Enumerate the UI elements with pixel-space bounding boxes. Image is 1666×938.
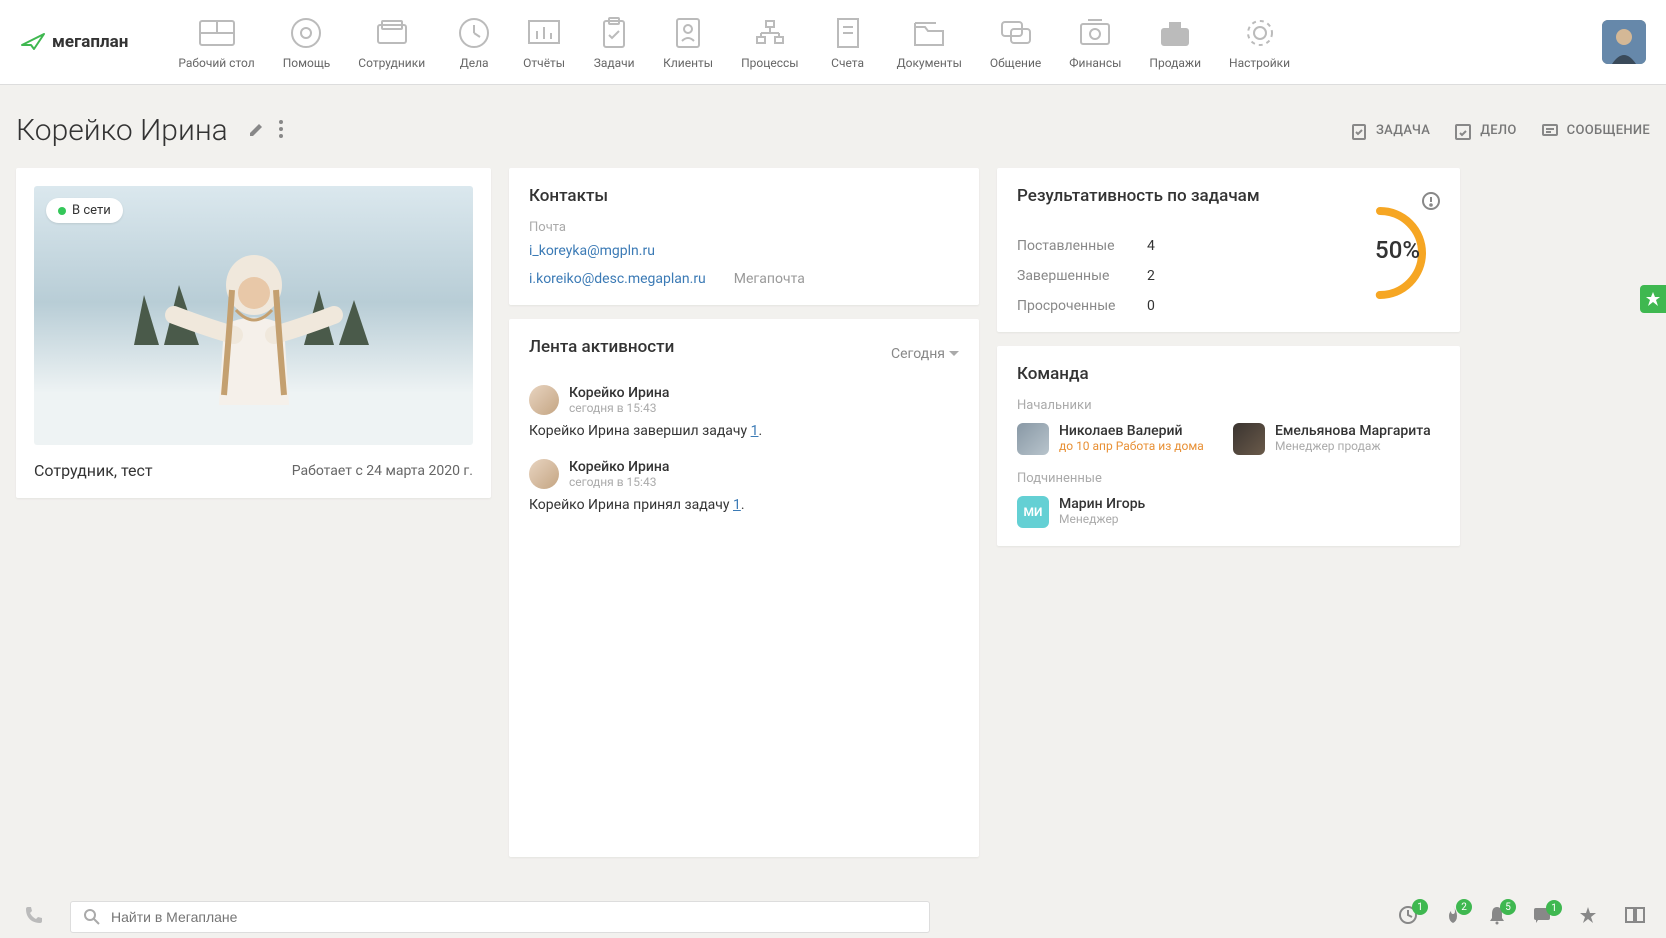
nav-tasks[interactable]: Задачи [593, 14, 635, 70]
chevron-down-icon [949, 351, 959, 357]
logo-icon [20, 31, 46, 53]
nav-chat[interactable]: Общение [990, 14, 1041, 70]
create-deal-button[interactable]: ДЕЛО [1454, 122, 1516, 140]
person-avatar [1017, 423, 1049, 455]
nav-clients[interactable]: Клиенты [663, 14, 713, 70]
activity-card: Лента активности Сегодня Корейко Иринасе… [509, 319, 979, 857]
contacts-card: Контакты Почта i_koreyka@mgpln.ru i.kore… [509, 168, 979, 305]
logo-text: мегаплан [52, 32, 128, 52]
nav-settings[interactable]: Настройки [1229, 14, 1290, 70]
profile-role: Сотрудник, тест [34, 461, 153, 480]
task-link[interactable]: 1 [733, 497, 741, 513]
subs-label: Подчиненные [1017, 471, 1440, 486]
activity-filter[interactable]: Сегодня [891, 346, 959, 362]
performance-card: Результативность по задачам Поставленные… [997, 168, 1460, 332]
page-header: Корейко Ирина ЗАДАЧА ДЕЛО СООБЩЕНИЕ [0, 85, 1666, 148]
nav-invoices[interactable]: Счета [827, 14, 869, 70]
book-icon[interactable] [1624, 906, 1646, 928]
create-message-button[interactable]: СООБЩЕНИЕ [1541, 122, 1650, 140]
team-title: Команда [1017, 364, 1440, 384]
performance-title: Результативность по задачам [1017, 186, 1260, 206]
nav-menu: Рабочий стол Помощь Сотрудники Дела Отчё… [178, 14, 1602, 70]
chat-icon[interactable]: 1 [1532, 906, 1552, 928]
create-task-button[interactable]: ЗАДАЧА [1350, 122, 1430, 140]
nav-documents[interactable]: Документы [897, 14, 962, 70]
bottom-bar: 1 2 5 1 [0, 896, 1666, 938]
person-avatar [1233, 423, 1265, 455]
task-link[interactable]: 1 [751, 423, 759, 439]
nav-reports[interactable]: Отчёты [523, 14, 565, 70]
search-icon [83, 908, 101, 926]
activity-item: Корейко Иринасегодня в 15:43 Корейко Ири… [529, 385, 959, 439]
person-avatar: МИ [1017, 496, 1049, 528]
online-badge: В сети [46, 198, 123, 223]
email-link-1[interactable]: i_koreyka@mgpln.ru [529, 243, 959, 259]
star-icon[interactable] [1578, 905, 1598, 929]
user-avatar[interactable] [1602, 20, 1646, 64]
main-content: В сети Сотрудник, тест Работает с 24 мар… [0, 148, 1666, 857]
activity-avatar [529, 385, 559, 415]
profile-card: В сети Сотрудник, тест Работает с 24 мар… [16, 168, 491, 498]
search-input[interactable] [111, 909, 917, 925]
nav-help[interactable]: Помощь [283, 14, 331, 70]
bell-icon[interactable]: 5 [1488, 905, 1506, 929]
team-person[interactable]: Николаев Валерийдо 10 апр Работа из дома [1017, 423, 1217, 455]
activity-time: сегодня в 15:43 [569, 401, 669, 415]
message-icon [1541, 122, 1559, 140]
activity-item: Корейко Иринасегодня в 15:43 Корейко Ири… [529, 459, 959, 513]
nav-employees[interactable]: Сотрудники [358, 14, 425, 70]
phone-icon[interactable] [24, 905, 44, 929]
nav-processes[interactable]: Процессы [741, 14, 799, 70]
calendar-check-icon [1454, 122, 1472, 140]
mail-label: Почта [529, 220, 959, 235]
nav-finance[interactable]: Финансы [1069, 14, 1121, 70]
activity-author: Корейко Ирина [569, 385, 669, 401]
megapochta-label: Мегапочта [734, 271, 805, 287]
star-icon [1645, 291, 1661, 307]
edit-icon[interactable] [248, 120, 266, 142]
nav-desktop[interactable]: Рабочий стол [178, 14, 254, 70]
profile-photo: В сети [34, 186, 473, 445]
clipboard-icon [1350, 122, 1368, 140]
gauge-percent: 50% [1375, 236, 1420, 264]
activity-text: Корейко Ирина завершил задачу 1. [529, 423, 959, 439]
search-box[interactable] [70, 901, 930, 933]
team-card: Команда Начальники Николаев Валерийдо 10… [997, 346, 1460, 546]
activity-time: сегодня в 15:43 [569, 475, 669, 489]
activity-title: Лента активности [529, 337, 674, 357]
fire-icon[interactable]: 2 [1444, 905, 1462, 929]
history-icon[interactable]: 1 [1398, 905, 1418, 929]
nav-deals[interactable]: Дела [453, 14, 495, 70]
team-person[interactable]: Емельянова МаргаритаМенеджер продаж [1233, 423, 1433, 455]
nav-sales[interactable]: Продажи [1149, 14, 1201, 70]
more-icon[interactable] [278, 119, 284, 143]
team-person[interactable]: МИ Марин ИгорьМенеджер [1017, 496, 1217, 528]
activity-text: Корейко Ирина принял задачу 1. [529, 497, 959, 513]
page-title: Корейко Ирина [16, 113, 228, 148]
top-navigation: мегаплан Рабочий стол Помощь Сотрудники … [0, 0, 1666, 85]
bosses-label: Начальники [1017, 398, 1440, 413]
logo[interactable]: мегаплан [20, 31, 128, 53]
feedback-tab[interactable] [1640, 285, 1666, 313]
work-since: Работает с 24 марта 2020 г. [292, 463, 473, 479]
contacts-title: Контакты [529, 186, 959, 206]
activity-author: Корейко Ирина [569, 459, 669, 475]
activity-avatar [529, 459, 559, 489]
email-link-2[interactable]: i.koreiko@desc.megaplan.ru [529, 271, 706, 287]
